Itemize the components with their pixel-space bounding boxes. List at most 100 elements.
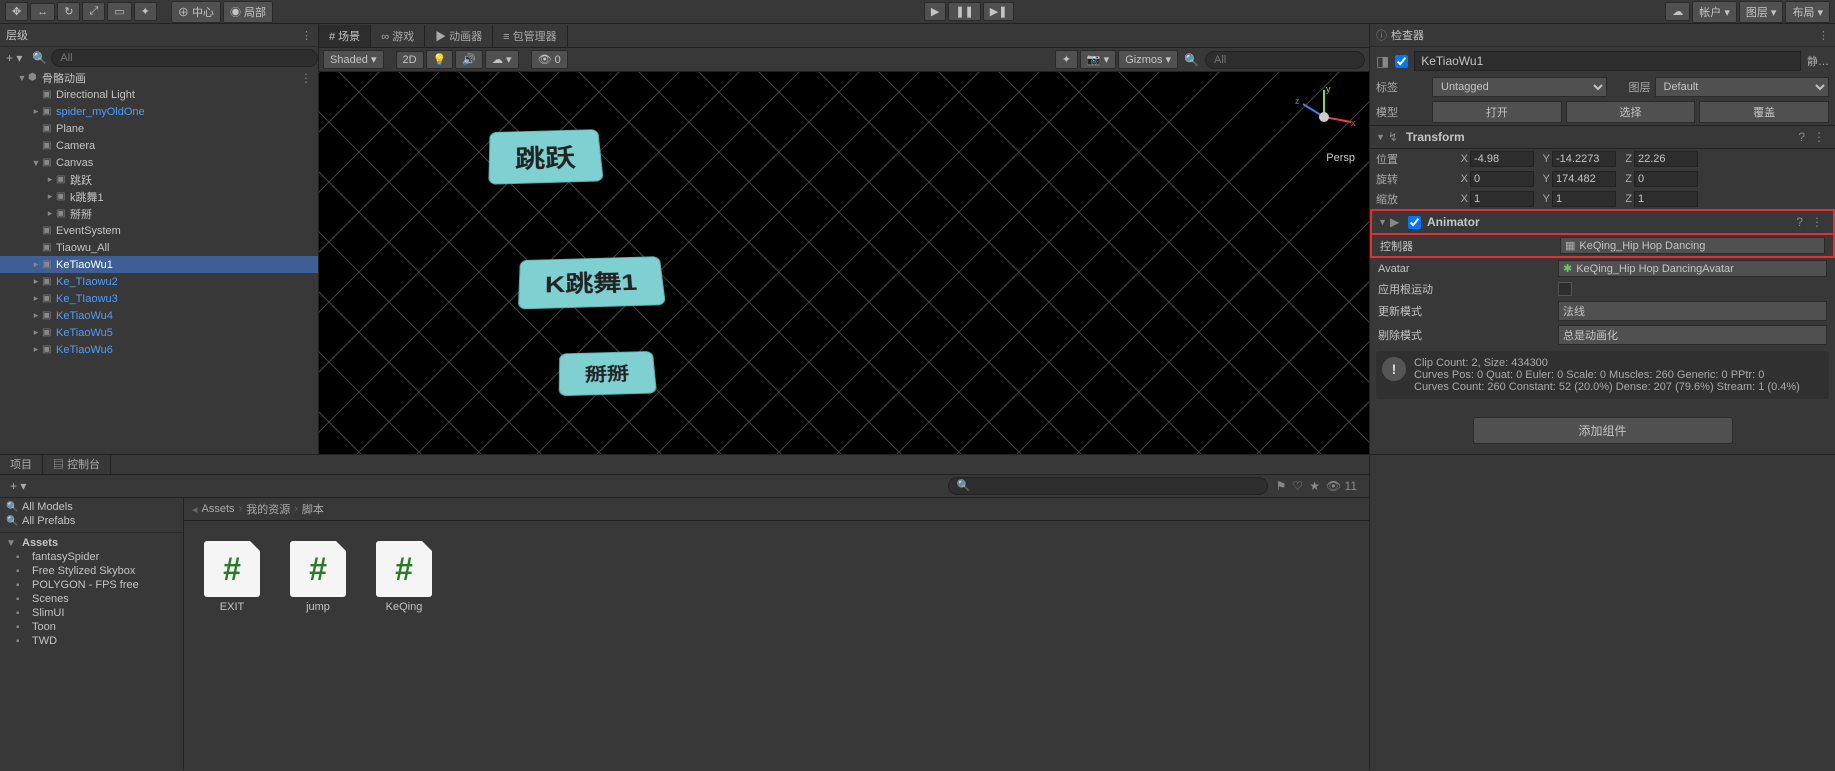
expand-icon[interactable]: ▸ bbox=[44, 208, 56, 219]
project-add-icon[interactable]: + ▾ bbox=[4, 479, 32, 493]
favorite-item[interactable]: 🔍All Prefabs bbox=[0, 514, 183, 528]
expand-icon[interactable]: ▸ bbox=[30, 344, 42, 355]
inspector-menu-icon[interactable]: ⋮ bbox=[1818, 29, 1829, 42]
hierarchy-add-icon[interactable]: + ▾ bbox=[0, 51, 28, 65]
rot-y-input[interactable] bbox=[1552, 171, 1616, 187]
tool-transform[interactable]: ✦ bbox=[134, 2, 157, 21]
shaded-dropdown[interactable]: Shaded ▾ bbox=[323, 50, 384, 69]
pivot-local[interactable]: ◉ 局部 bbox=[223, 1, 273, 23]
cloud-button[interactable]: ☁ bbox=[1665, 2, 1690, 21]
folder-item[interactable]: ▪fantasySpider bbox=[0, 550, 183, 564]
project-search-input[interactable] bbox=[948, 477, 1268, 495]
scale-x-input[interactable] bbox=[1470, 191, 1534, 207]
favorite-item[interactable]: 🔍All Models bbox=[0, 500, 183, 514]
breadcrumb-item[interactable]: Assets bbox=[202, 503, 235, 515]
help-icon[interactable]: ? bbox=[1794, 130, 1809, 144]
expand-icon[interactable]: ▸ bbox=[30, 310, 42, 321]
tool-rotate[interactable]: ↻ bbox=[57, 2, 80, 21]
expand-icon[interactable]: ▼ bbox=[16, 73, 28, 83]
avatar-field[interactable]: ✱KeQing_Hip Hop DancingAvatar bbox=[1558, 260, 1827, 277]
pos-x-input[interactable] bbox=[1470, 151, 1534, 167]
toggle-hidden[interactable]: 👁 0 bbox=[531, 50, 568, 69]
script-file[interactable]: #EXIT bbox=[204, 541, 260, 613]
update-mode-dropdown[interactable]: 法线 bbox=[1558, 301, 1827, 321]
tool-move[interactable]: ↔ bbox=[30, 3, 55, 21]
orientation-gizmo[interactable]: x y z bbox=[1289, 82, 1359, 152]
scene-menu-icon[interactable]: ⋮ bbox=[300, 71, 318, 85]
tab-project[interactable]: 项目 bbox=[0, 454, 43, 474]
override-button[interactable]: 覆盖 bbox=[1699, 101, 1829, 123]
cull-mode-dropdown[interactable]: 总是动画化 bbox=[1558, 325, 1827, 345]
expand-icon[interactable]: ▸ bbox=[30, 276, 42, 287]
pivot-center[interactable]: ⊕ 中心 bbox=[171, 1, 221, 23]
projection-label[interactable]: Persp bbox=[1326, 152, 1355, 164]
scene-viewport[interactable]: 跳跃 K跳舞1 掰掰 x y z Persp bbox=[319, 72, 1369, 454]
step-button[interactable]: ▶❚ bbox=[983, 2, 1015, 21]
tool-settings-icon[interactable]: ✦ bbox=[1055, 50, 1078, 69]
scale-z-input[interactable] bbox=[1634, 191, 1698, 207]
breadcrumb-item[interactable]: 脚本 bbox=[302, 501, 324, 517]
animator-header[interactable]: ▼ ▶ Animator ? ⋮ bbox=[1370, 209, 1835, 235]
root-motion-checkbox[interactable] bbox=[1558, 282, 1572, 296]
pos-y-input[interactable] bbox=[1552, 151, 1616, 167]
tab-animator[interactable]: ▶ 动画器 bbox=[425, 25, 493, 47]
folder-item[interactable]: ▪TWD bbox=[0, 634, 183, 648]
filter-icon[interactable]: ⚑ bbox=[1276, 479, 1287, 493]
expand-icon[interactable]: ▸ bbox=[44, 174, 56, 185]
controller-field[interactable]: ▦KeQing_Hip Hop Dancing bbox=[1560, 237, 1825, 254]
hierarchy-item[interactable]: ▣Directional Light bbox=[0, 86, 318, 103]
expand-icon[interactable]: ▸ bbox=[30, 106, 42, 117]
scene-search-input[interactable] bbox=[1205, 51, 1365, 69]
hidden-toggle-icon[interactable]: 👁 11 bbox=[1326, 479, 1357, 493]
tab-console[interactable]: ▤ 控制台 bbox=[43, 454, 111, 474]
hierarchy-item[interactable]: ▣Plane bbox=[0, 120, 318, 137]
folder-item[interactable]: ▪Scenes bbox=[0, 592, 183, 606]
hierarchy-item[interactable]: ▣Camera bbox=[0, 137, 318, 154]
tag-dropdown[interactable]: Untagged bbox=[1432, 77, 1607, 97]
hierarchy-item[interactable]: ▸▣KeTiaoWu4 bbox=[0, 307, 318, 324]
add-component-button[interactable]: 添加组件 bbox=[1473, 417, 1733, 444]
hierarchy-menu-icon[interactable]: ⋮ bbox=[301, 29, 312, 42]
hierarchy-item[interactable]: ▼▣Canvas bbox=[0, 154, 318, 171]
folder-item[interactable]: ▪SlimUI bbox=[0, 606, 183, 620]
rot-x-input[interactable] bbox=[1470, 171, 1534, 187]
favorite-icon[interactable]: ♡ bbox=[1292, 479, 1303, 493]
transform-header[interactable]: ▼ ↯ Transform ? ⋮ bbox=[1370, 125, 1835, 149]
hierarchy-item[interactable]: ▣Tiaowu_All bbox=[0, 239, 318, 256]
select-button[interactable]: 选择 bbox=[1566, 101, 1696, 123]
toggle-audio[interactable]: 🔊 bbox=[455, 50, 483, 69]
tool-scale[interactable]: ⤢ bbox=[82, 2, 105, 21]
expand-icon[interactable]: ▼ bbox=[1376, 132, 1388, 142]
pos-z-input[interactable] bbox=[1634, 151, 1698, 167]
pause-button[interactable]: ❚❚ bbox=[948, 2, 980, 21]
scale-y-input[interactable] bbox=[1552, 191, 1616, 207]
animator-enabled-checkbox[interactable] bbox=[1408, 216, 1421, 229]
hierarchy-item[interactable]: ▸▣KeTiaoWu5 bbox=[0, 324, 318, 341]
folder-item[interactable]: ▪POLYGON - FPS free bbox=[0, 578, 183, 592]
hierarchy-item[interactable]: ▸▣spider_myOldOne bbox=[0, 103, 318, 120]
breadcrumb-item[interactable]: 我的资源 bbox=[246, 501, 290, 517]
hierarchy-item[interactable]: ▸▣Ke_TIaowu2 bbox=[0, 273, 318, 290]
open-button[interactable]: 打开 bbox=[1432, 101, 1562, 123]
tool-rect[interactable]: ▭ bbox=[107, 2, 131, 21]
script-file[interactable]: #jump bbox=[290, 541, 346, 613]
hierarchy-item[interactable]: ▸▣k跳舞1 bbox=[0, 188, 318, 205]
toggle-light[interactable]: 💡 bbox=[426, 50, 454, 69]
layout-dropdown[interactable]: 布局 ▾ bbox=[1785, 1, 1830, 23]
tab-package-manager[interactable]: ≡ 包管理器 bbox=[493, 25, 567, 47]
tool-hand[interactable]: ✥ bbox=[5, 2, 28, 21]
hierarchy-item[interactable]: ▸▣KeTiaoWu1 bbox=[0, 256, 318, 273]
hierarchy-item[interactable]: ▸▣掰掰 bbox=[0, 205, 318, 222]
save-search-icon[interactable]: ★ bbox=[1309, 479, 1320, 493]
object-active-checkbox[interactable] bbox=[1395, 55, 1408, 68]
hierarchy-item[interactable]: ▸▣Ke_TIaowu3 bbox=[0, 290, 318, 307]
toggle-fx[interactable]: ☁ ▾ bbox=[485, 50, 519, 69]
expand-icon[interactable]: ▸ bbox=[44, 191, 56, 202]
help-icon[interactable]: ? bbox=[1792, 215, 1807, 229]
gizmos-dropdown[interactable]: Gizmos ▾ bbox=[1118, 50, 1178, 69]
component-menu-icon[interactable]: ⋮ bbox=[1809, 130, 1829, 144]
folder-item[interactable]: ▪Free Stylized Skybox bbox=[0, 564, 183, 578]
rot-z-input[interactable] bbox=[1634, 171, 1698, 187]
hierarchy-search-input[interactable] bbox=[51, 49, 318, 67]
expand-icon[interactable]: ▼ bbox=[1378, 217, 1390, 227]
